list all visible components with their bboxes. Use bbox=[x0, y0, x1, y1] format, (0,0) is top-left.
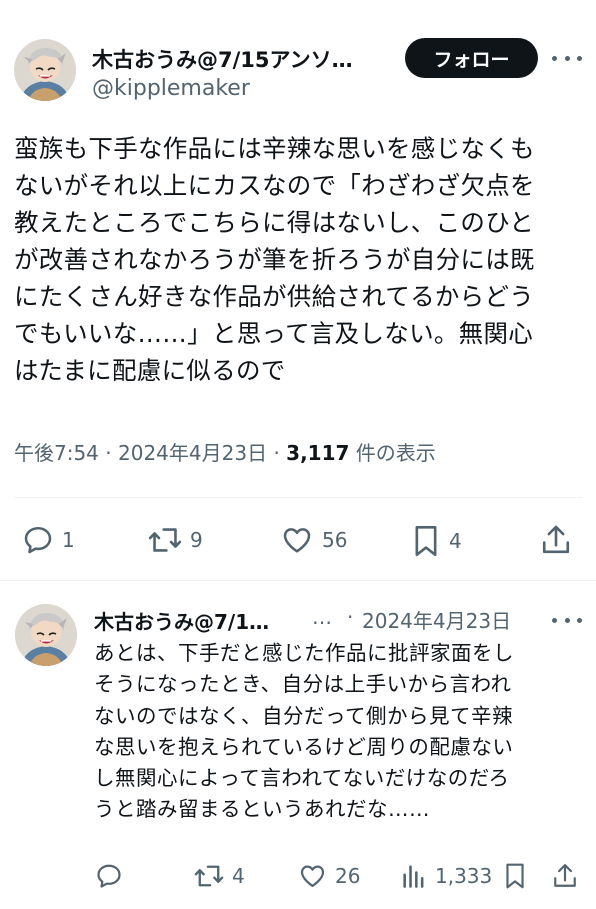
more-options-icon[interactable] bbox=[552, 48, 582, 68]
follow-button[interactable]: フォロー bbox=[405, 38, 538, 78]
retweet-button[interactable]: 9 bbox=[148, 524, 203, 556]
divider bbox=[0, 580, 596, 581]
reply-reply-button[interactable] bbox=[95, 862, 123, 890]
author-handle[interactable]: @kipplemaker bbox=[92, 76, 250, 101]
views-count: 3,117 bbox=[286, 441, 350, 465]
reply-button[interactable]: 1 bbox=[22, 524, 75, 556]
reply-author-handle-truncated[interactable]: … bbox=[312, 605, 332, 629]
reply-text: あとは、下手だと感じた作品に批評家面をし そうになったとき、自分は上手いから言わ… bbox=[94, 638, 574, 826]
tweet-text-line: 教えたところでこちらに得はないし、このひと bbox=[14, 208, 535, 237]
reply-icon bbox=[24, 527, 52, 554]
views-label: 件の表示 bbox=[355, 441, 436, 465]
tweet-text-line: にたくさん好きな作品が供給されてるからどう bbox=[14, 282, 535, 311]
reply-meta-separator: · bbox=[347, 605, 354, 629]
heart-icon bbox=[300, 865, 325, 888]
retweet-icon bbox=[148, 528, 182, 552]
meta-separator: · bbox=[273, 441, 280, 465]
bookmark-count: 4 bbox=[449, 529, 462, 553]
reply-views-count: 1,333 bbox=[435, 864, 493, 888]
like-count: 56 bbox=[322, 528, 348, 552]
retweet-count: 9 bbox=[190, 528, 203, 552]
author-display-name[interactable]: 木古おうみ@7/15アンソ… bbox=[92, 44, 392, 74]
reply-bookmark-button[interactable] bbox=[503, 862, 527, 890]
reply-count: 1 bbox=[62, 528, 75, 552]
reply-text-line: そうになったとき、自分は上手いから言われ bbox=[94, 672, 512, 697]
reply-text-line: な思いを抱えられているけど周りの配慮ない bbox=[94, 734, 514, 759]
reply-author-avatar[interactable] bbox=[15, 604, 77, 666]
reply-text-line: し無関心によって言われてないだけなのだろ bbox=[94, 766, 510, 791]
reply-text-line: ないのではなく、自分だって側から見て辛辣 bbox=[94, 703, 513, 728]
tweet-text-line: 蛮族も下手な作品には辛辣な思いを感じなくも bbox=[14, 134, 535, 163]
bookmark-icon bbox=[506, 863, 524, 889]
reply-retweet-button[interactable]: 4 bbox=[194, 862, 245, 890]
reply-more-options-icon[interactable] bbox=[552, 610, 582, 630]
author-avatar[interactable] bbox=[14, 39, 76, 101]
tweet-text-line: が改善されなかろうが筆を折ろうが自分には既 bbox=[14, 245, 535, 274]
tweet-time[interactable]: 午後7:54 bbox=[14, 441, 99, 465]
tweet-date[interactable]: 2024年4月23日 bbox=[118, 441, 267, 465]
reply-icon bbox=[97, 864, 121, 888]
tweet-text-line: はたまに配慮に似るので bbox=[14, 356, 286, 385]
share-button[interactable] bbox=[540, 523, 572, 557]
analytics-icon bbox=[403, 865, 424, 888]
meta-separator: · bbox=[105, 441, 112, 465]
share-icon bbox=[554, 864, 576, 887]
like-button[interactable]: 56 bbox=[280, 524, 347, 556]
tweet-text-line: ないがそれ以上にカスなので「わざわざ欠点を bbox=[14, 171, 535, 200]
tweet-text: 蛮族も下手な作品には辛辣な思いを感じなくも ないがそれ以上にカスなので「わざわざ… bbox=[14, 130, 582, 389]
reply-date[interactable]: 2024年4月23日 bbox=[362, 605, 511, 634]
share-icon bbox=[542, 525, 570, 554]
bookmark-button[interactable]: 4 bbox=[411, 524, 462, 558]
divider bbox=[14, 497, 582, 498]
reply-share-button[interactable] bbox=[552, 861, 578, 891]
reply-text-line: あとは、下手だと感じた作品に批評家面をし bbox=[94, 641, 514, 665]
reply-like-button[interactable]: 26 bbox=[298, 862, 360, 890]
retweet-icon bbox=[194, 865, 224, 887]
reply-text-line: うと踏み留まるというあれだな…… bbox=[94, 797, 430, 822]
reply-like-count: 26 bbox=[335, 864, 361, 888]
tweet-text-line: でもいいな……」と思って言及しない。無関心 bbox=[14, 319, 534, 348]
tweet-meta: 午後7:54 · 2024年4月23日 · 3,117 件の表示 bbox=[14, 437, 436, 466]
reply-views-button[interactable]: 1,333 bbox=[401, 862, 492, 890]
reply-author-display-name[interactable]: 木古おうみ@7/1… bbox=[94, 606, 299, 635]
reply-retweet-count: 4 bbox=[232, 864, 245, 888]
bookmark-icon bbox=[415, 525, 437, 557]
heart-icon bbox=[283, 528, 311, 553]
